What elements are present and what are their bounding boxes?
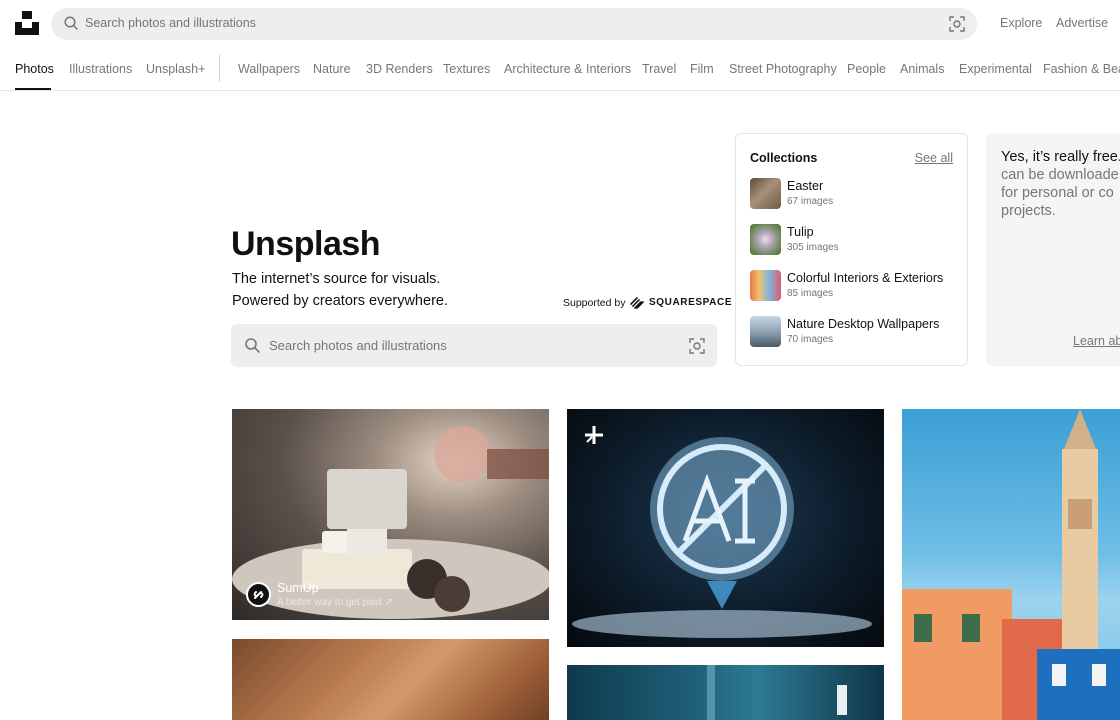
- collection-thumbnail: [750, 270, 781, 301]
- visual-search-icon[interactable]: [689, 338, 705, 354]
- hero-subtitle-line2: Powered by creators everywhere.: [232, 293, 448, 309]
- collection-item-nature-wallpapers[interactable]: Nature Desktop Wallpapers 70 images: [750, 316, 955, 348]
- free-info-card: Yes, it’s really free. can be downloade …: [986, 133, 1120, 366]
- topic-3d-renders[interactable]: 3D Renders: [366, 62, 433, 76]
- collection-item-colorful-interiors[interactable]: Colorful Interiors & Exteriors 85 images: [750, 270, 955, 302]
- topic-fashion-beauty[interactable]: Fashion & Beau: [1043, 62, 1120, 76]
- topic-film[interactable]: Film: [690, 62, 714, 76]
- collection-item-easter[interactable]: Easter 67 images: [750, 178, 955, 210]
- topic-architecture-interiors[interactable]: Architecture & Interiors: [504, 62, 631, 76]
- photo-no-ai-sign[interactable]: [567, 409, 884, 647]
- collection-name: Colorful Interiors & Exteriors: [787, 271, 944, 285]
- collection-item-tulip[interactable]: Tulip 305 images: [750, 224, 955, 256]
- topic-travel[interactable]: Travel: [642, 62, 676, 76]
- free-card-text-line: projects.: [1001, 203, 1056, 219]
- header-search-input[interactable]: Search photos and illustrations: [85, 16, 256, 30]
- sponsor-avatar[interactable]: [246, 582, 271, 607]
- unsplash-plus-icon[interactable]: [583, 424, 605, 446]
- collection-count: 70 images: [787, 334, 834, 345]
- hero-title: Unsplash: [231, 225, 381, 263]
- collection-name: Tulip: [787, 225, 814, 239]
- unsplash-logo-icon[interactable]: [15, 11, 39, 35]
- topic-textures[interactable]: Textures: [443, 62, 490, 76]
- learn-about-link[interactable]: Learn ab: [1073, 334, 1120, 348]
- tab-photos[interactable]: Photos: [15, 62, 54, 76]
- collection-name: Easter: [787, 179, 824, 193]
- collection-thumbnail: [750, 316, 781, 347]
- hero-search-bar[interactable]: Search photos and illustrations: [231, 324, 717, 367]
- hero-search-input[interactable]: Search photos and illustrations: [269, 338, 447, 353]
- free-card-text-line: can be downloade: [1001, 167, 1119, 183]
- sponsor-tagline-link[interactable]: A better way to get paid ↗: [277, 597, 393, 608]
- photo-artwork: [902, 409, 1120, 720]
- photo-blue-interior[interactable]: [567, 665, 884, 720]
- collection-name: Nature Desktop Wallpapers: [787, 317, 940, 331]
- top-bar: Search photos and illustrations Explore …: [0, 0, 1120, 48]
- supported-by-label: Supported by: [563, 297, 626, 309]
- explore-link[interactable]: Explore: [1000, 16, 1042, 30]
- collection-thumbnail: [750, 178, 781, 209]
- collection-count: 85 images: [787, 288, 834, 299]
- photo-desert-aerial[interactable]: [232, 639, 549, 720]
- photo-artwork: [707, 665, 847, 720]
- photo-burano-tower[interactable]: [902, 409, 1120, 720]
- topic-nature[interactable]: Nature: [313, 62, 351, 76]
- collection-count: 67 images: [787, 196, 834, 207]
- topic-experimental[interactable]: Experimental: [959, 62, 1032, 76]
- nav-divider: [219, 55, 220, 82]
- active-tab-underline: [15, 88, 51, 90]
- free-card-heading: Yes, it’s really free.: [1001, 149, 1120, 165]
- collections-title: Collections: [750, 151, 818, 165]
- search-icon[interactable]: [63, 15, 79, 31]
- hero-subtitle-line1: The internet’s source for visuals.: [232, 271, 441, 287]
- advertise-link[interactable]: Advertise: [1056, 16, 1108, 30]
- collection-count: 305 images: [787, 242, 839, 253]
- visual-search-icon[interactable]: [949, 16, 965, 32]
- squarespace-logo-text[interactable]: SQUARESPACE: [649, 297, 732, 308]
- tab-illustrations[interactable]: Illustrations: [69, 62, 132, 76]
- squarespace-logo-icon[interactable]: [629, 296, 645, 310]
- collections-card: Collections See all Easter 67 images Tul…: [735, 133, 968, 366]
- topic-people[interactable]: People: [847, 62, 886, 76]
- topic-animals[interactable]: Animals: [900, 62, 944, 76]
- tab-unsplash-plus[interactable]: Unsplash+: [146, 62, 205, 76]
- topic-wallpapers[interactable]: Wallpapers: [238, 62, 300, 76]
- category-nav: Photos Illustrations Unsplash+ Wallpaper…: [0, 48, 1120, 91]
- topic-street-photography[interactable]: Street Photography: [729, 62, 837, 76]
- search-icon[interactable]: [244, 337, 261, 354]
- photo-artwork: [572, 437, 872, 638]
- sponsor-name[interactable]: SumUp: [277, 581, 319, 595]
- collection-thumbnail: [750, 224, 781, 255]
- header-search-bar[interactable]: Search photos and illustrations: [51, 8, 977, 40]
- free-card-text-line: for personal or co: [1001, 185, 1114, 201]
- see-all-link[interactable]: See all: [915, 151, 953, 165]
